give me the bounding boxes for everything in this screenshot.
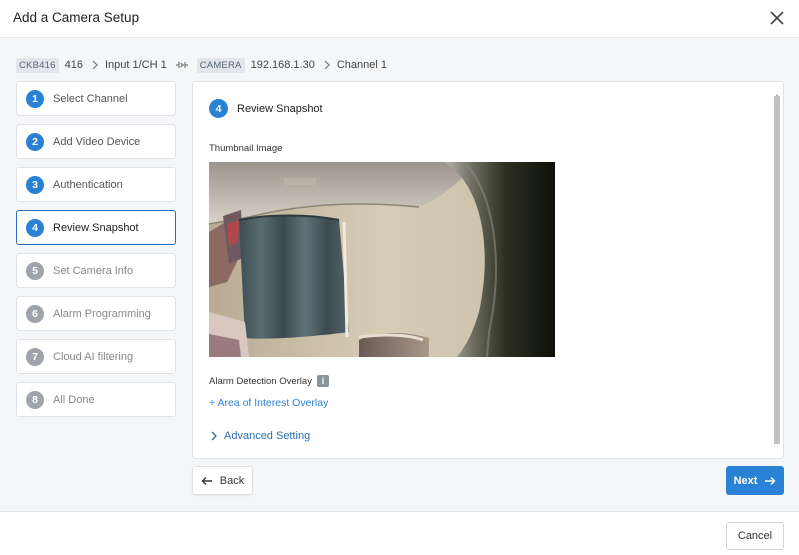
step-add-video-device[interactable]: 2 Add Video Device [16, 124, 176, 159]
step-alarm-programming[interactable]: 6 Alarm Programming [16, 296, 176, 331]
camera-tag: CAMERA [196, 57, 245, 73]
step-label: Review Snapshot [53, 221, 139, 234]
next-button-label: Next [733, 474, 758, 487]
camera-ip: 192.168.1.30 [250, 59, 315, 71]
panel-step-number: 4 [209, 99, 228, 118]
step-number: 6 [26, 304, 44, 323]
back-button[interactable]: Back [192, 466, 253, 495]
step-select-channel[interactable]: 1 Select Channel [16, 81, 176, 116]
thumbnail-label: Thumbnail Image [209, 143, 283, 154]
arrow-left-icon [201, 476, 212, 485]
chevron-right-icon [211, 431, 217, 441]
info-icon[interactable]: i [316, 375, 329, 387]
step-label: Add Video Device [53, 135, 141, 148]
panel-scrollbar[interactable] [773, 86, 781, 456]
channel-name: Channel 1 [336, 59, 387, 71]
breadcrumb: CKB416 416 Input 1/CH 1 CAMERA 192.168.1… [16, 57, 387, 73]
alarm-detection-overlay-label: Alarm Detection Overlay i [209, 375, 329, 387]
step-authentication[interactable]: 3 Authentication [16, 167, 176, 202]
step-set-camera-info[interactable]: 5 Set Camera Info [16, 253, 176, 288]
step-label: All Done [53, 393, 95, 406]
alarm-detection-overlay-text: Alarm Detection Overlay [209, 375, 312, 387]
review-snapshot-panel: 4 Review Snapshot Thumbnail Image Alarm … [192, 81, 784, 459]
dialog-header: Add a Camera Setup [0, 0, 799, 38]
step-label: Cloud AI filtering [53, 350, 134, 363]
dialog-body: CKB416 416 Input 1/CH 1 CAMERA 192.168.1… [0, 38, 799, 511]
step-number: 1 [26, 89, 44, 108]
next-button[interactable]: Next [726, 466, 784, 495]
close-icon[interactable] [768, 9, 786, 27]
step-label: Set Camera Info [53, 264, 134, 277]
snapshot-image [209, 162, 555, 357]
dialog-title: Add a Camera Setup [13, 10, 140, 25]
cancel-button[interactable]: Cancel [726, 522, 784, 550]
panel-header: 4 Review Snapshot [209, 99, 323, 118]
device-id: 416 [64, 59, 83, 71]
step-number: 2 [26, 132, 44, 151]
chevron-right-icon [324, 60, 330, 70]
step-label: Alarm Programming [53, 307, 151, 320]
advanced-setting-toggle[interactable]: Advanced Setting [210, 430, 310, 442]
step-all-done[interactable]: 8 All Done [16, 382, 176, 417]
scrollbar-thumb[interactable] [774, 96, 780, 444]
step-number: 8 [26, 390, 44, 409]
panel-title: Review Snapshot [237, 102, 323, 115]
chevron-right-icon [92, 60, 98, 70]
advanced-setting-label: Advanced Setting [224, 430, 311, 442]
back-button-label: Back [219, 474, 245, 487]
input-channel: Input 1/CH 1 [104, 59, 167, 71]
device-tag: CKB416 [16, 57, 59, 73]
area-of-interest-overlay-link[interactable]: + Area of Interest Overlay [209, 397, 328, 409]
link-icon [175, 62, 188, 68]
arrow-right-icon [765, 476, 776, 485]
step-cloud-ai-filtering[interactable]: 7 Cloud AI filtering [16, 339, 176, 374]
step-number: 5 [26, 261, 44, 280]
step-number: 4 [26, 218, 44, 237]
step-label: Select Channel [53, 92, 128, 105]
step-label: Authentication [53, 178, 123, 191]
step-review-snapshot[interactable]: 4 Review Snapshot [16, 210, 176, 245]
step-number: 7 [26, 347, 44, 366]
step-number: 3 [26, 175, 44, 194]
dialog-footer: Cancel [0, 511, 799, 555]
